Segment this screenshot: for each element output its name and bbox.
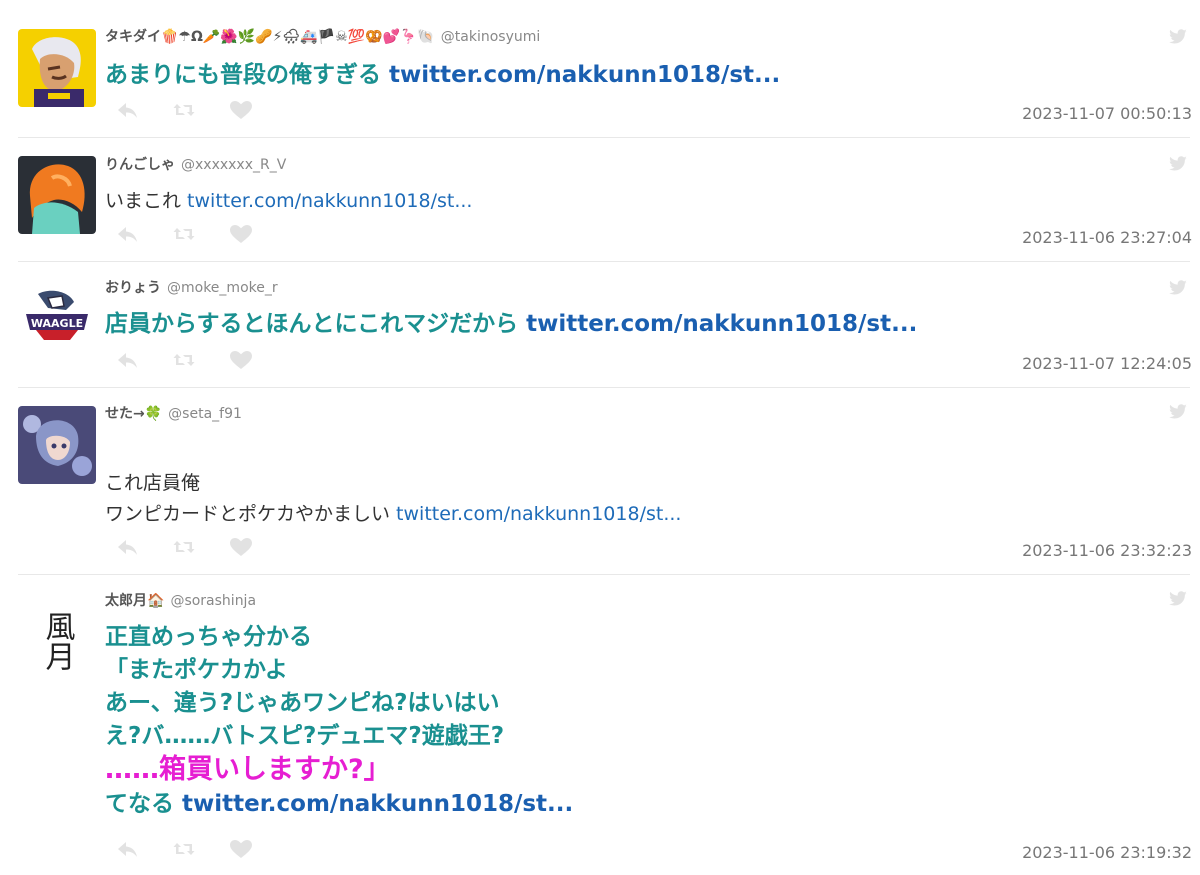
tweet-link[interactable]: twitter.com/nakkunn1018/st... [389, 62, 780, 88]
tweet-author: りんごしゃ @xxxxxxx_R_V [105, 154, 286, 174]
retweet-icon[interactable] [172, 839, 196, 859]
tweet-text: 正直めっちゃ分かる 「またポケカかよ あー、違う?じゃあワンピね?はいはい え?… [105, 621, 573, 821]
tweet-highlight-text: ……箱買いしますか?」 [105, 754, 391, 785]
tweet-text-content: 店員からするとほんとにこれマジだから [105, 311, 527, 337]
tweet-item: せた→🍀 @seta_f91 これ店員俺 ワンピカードとポケカやかましい twit… [0, 388, 1200, 573]
avatar-image [18, 29, 96, 107]
avatar-image [18, 406, 96, 484]
heart-icon[interactable] [229, 224, 253, 244]
twitter-bird-icon[interactable] [1168, 156, 1188, 172]
avatar-image: WAAGLE [18, 280, 96, 358]
author-name[interactable]: 太郎月🏠 [105, 593, 164, 609]
reply-icon[interactable] [116, 839, 140, 859]
author-name[interactable]: タキダイ🍿☂Ω🥕🌺🌿🥜⚡🌧🚑🏴☠💯🥨💕🦩🐚 [105, 29, 435, 45]
tweet-text-content: 正直めっちゃ分かる 「またポケカかよ あー、違う?じゃあワンピね?はいはい え?… [105, 624, 505, 749]
tweet-link[interactable]: twitter.com/nakkunn1018/st... [396, 503, 681, 525]
twitter-bird-icon[interactable] [1168, 29, 1188, 45]
tweet-link[interactable]: twitter.com/nakkunn1018/st... [187, 190, 472, 212]
tweet-author: おりょう @moke_moke_r [105, 277, 278, 297]
heart-icon[interactable] [229, 100, 253, 120]
author-name[interactable]: りんごしゃ [105, 157, 175, 173]
heart-icon[interactable] [229, 350, 253, 370]
tweet-actions [116, 224, 256, 244]
author-handle[interactable]: @takinosyumi [441, 29, 540, 45]
retweet-icon[interactable] [172, 537, 196, 557]
reply-icon[interactable] [116, 350, 140, 370]
tweet-timestamp[interactable]: 2023-11-06 23:27:04 [1022, 228, 1192, 247]
tweet-text-content: てなる [105, 791, 174, 817]
tweet-author: せた→🍀 @seta_f91 [105, 403, 242, 423]
tweet-item: タキダイ🍿☂Ω🥕🌺🌿🥜⚡🌧🚑🏴☠💯🥨💕🦩🐚 @takinosyumi あまりにも普… [0, 0, 1200, 137]
author-handle[interactable]: @moke_moke_r [167, 280, 278, 296]
tweet-author: 太郎月🏠 @sorashinja [105, 590, 256, 610]
author-handle[interactable]: @seta_f91 [168, 406, 242, 422]
tweet-actions [116, 839, 256, 859]
tweet-actions [116, 100, 256, 120]
avatar-image [18, 156, 96, 234]
tweet-text: いまこれ twitter.com/nakkunn1018/st... [105, 185, 472, 218]
tweet-actions [116, 350, 256, 370]
tweet-text: 店員からするとほんとにこれマジだから twitter.com/nakkunn10… [105, 308, 917, 341]
author-handle[interactable]: @xxxxxxx_R_V [181, 157, 286, 173]
tweet-text-content: あまりにも普段の俺すぎる [105, 62, 390, 88]
avatar-logo-text: WAAGLE [31, 317, 83, 330]
tweet-text-content: これ店員俺 [105, 472, 201, 494]
tweet-author: タキダイ🍿☂Ω🥕🌺🌿🥜⚡🌧🚑🏴☠💯🥨💕🦩🐚 @takinosyumi [105, 26, 540, 46]
reply-icon[interactable] [116, 100, 140, 120]
tweet-timestamp[interactable]: 2023-11-06 23:32:23 [1022, 541, 1192, 560]
twitter-bird-icon[interactable] [1168, 404, 1188, 420]
avatar[interactable] [18, 156, 96, 234]
twitter-bird-icon[interactable] [1168, 280, 1188, 296]
avatar[interactable] [18, 406, 96, 484]
tweet-timestamp[interactable]: 2023-11-06 23:19:32 [1022, 843, 1192, 862]
retweet-icon[interactable] [172, 350, 196, 370]
tweet-timestamp[interactable]: 2023-11-07 00:50:13 [1022, 104, 1192, 123]
avatar-image: 風月 [18, 593, 96, 671]
tweet-timestamp[interactable]: 2023-11-07 12:24:05 [1022, 354, 1192, 373]
retweet-icon[interactable] [172, 100, 196, 120]
retweet-icon[interactable] [172, 224, 196, 244]
tweet-text-content: いまこれ [105, 190, 188, 212]
tweet-link[interactable]: twitter.com/nakkunn1018/st... [526, 311, 917, 337]
tweet-text: ワンピカードとポケカやかましい twitter.com/nakkunn1018/… [105, 498, 681, 531]
tweet-text-content: ワンピカードとポケカやかましい [105, 503, 397, 525]
avatar-logo-text: 風月 [40, 611, 76, 671]
heart-icon[interactable] [229, 537, 253, 557]
twitter-bird-icon[interactable] [1168, 591, 1188, 607]
avatar[interactable] [18, 29, 96, 107]
tweet-text: これ店員俺 [105, 434, 200, 500]
reply-icon[interactable] [116, 224, 140, 244]
avatar[interactable]: 風月 [18, 593, 96, 671]
author-handle[interactable]: @sorashinja [170, 593, 256, 609]
tweet-item: WAAGLE おりょう @moke_moke_r 店員からするとほんとにこれマジだ… [0, 262, 1200, 386]
tweet-item: りんごしゃ @xxxxxxx_R_V いまこれ twitter.com/nakku… [0, 138, 1200, 260]
tweet-text: あまりにも普段の俺すぎる twitter.com/nakkunn1018/st.… [105, 59, 780, 92]
reply-icon[interactable] [116, 537, 140, 557]
tweet-link[interactable]: twitter.com/nakkunn1018/st... [182, 791, 573, 817]
tweet-actions [116, 537, 256, 557]
avatar[interactable]: WAAGLE [18, 280, 96, 358]
author-name[interactable]: おりょう [105, 280, 161, 296]
tweet-item: 風月 太郎月🏠 @sorashinja 正直めっちゃ分かる 「またポケカかよ あー… [0, 575, 1200, 875]
heart-icon[interactable] [229, 839, 253, 859]
author-name[interactable]: せた→🍀 [105, 406, 162, 422]
